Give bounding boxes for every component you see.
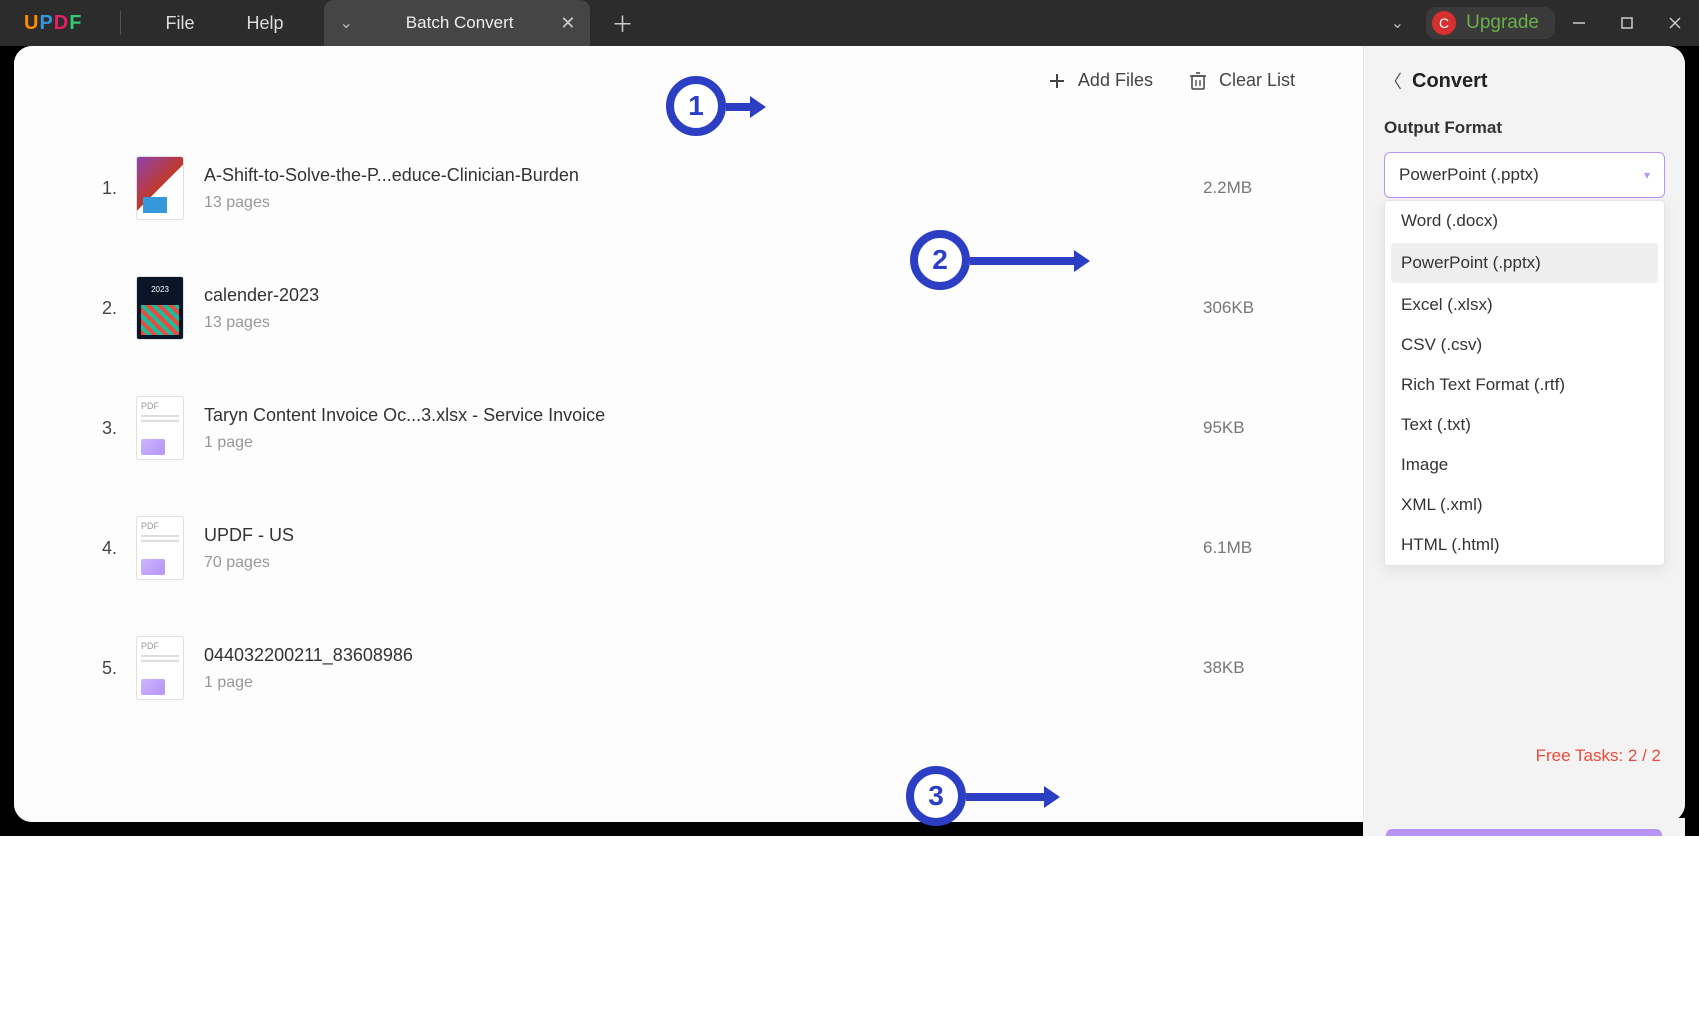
- file-name: calender-2023: [204, 285, 1203, 306]
- file-pages: 13 pages: [204, 194, 1203, 212]
- menu-help[interactable]: Help: [246, 13, 283, 34]
- file-size: 6.1MB: [1203, 538, 1323, 558]
- maximize-button[interactable]: [1603, 0, 1651, 46]
- plus-icon: [1048, 72, 1066, 90]
- new-tab-button[interactable]: ＋: [612, 7, 634, 39]
- output-format-select[interactable]: PowerPoint (.pptx) ▾: [1384, 152, 1665, 198]
- trash-icon: [1189, 71, 1207, 91]
- file-size: 306KB: [1203, 298, 1323, 318]
- menu-file[interactable]: File: [165, 13, 194, 34]
- upgrade-label: Upgrade: [1466, 12, 1539, 34]
- file-index: 3.: [102, 418, 136, 439]
- list-toolbar: Add Files Clear List: [1048, 70, 1295, 91]
- format-option[interactable]: Word (.docx): [1385, 201, 1664, 241]
- back-icon[interactable]: 〈: [1384, 68, 1402, 94]
- file-row[interactable]: 2. calender-2023 13 pages 306KB: [102, 276, 1323, 340]
- user-avatar: C: [1432, 11, 1456, 35]
- window-dropdown-icon[interactable]: ⌄: [1391, 13, 1404, 33]
- upgrade-button[interactable]: C Upgrade: [1426, 7, 1555, 39]
- file-index: 4.: [102, 538, 136, 559]
- output-format-dropdown: Word (.docx)PowerPoint (.pptx)Excel (.xl…: [1384, 200, 1665, 566]
- format-option[interactable]: CSV (.csv): [1385, 325, 1664, 365]
- file-index: 5.: [102, 658, 136, 679]
- convert-panel: 〈 Convert Output Format PowerPoint (.ppt…: [1363, 46, 1685, 822]
- output-format-label: Output Format: [1384, 118, 1665, 138]
- file-row[interactable]: 4. UPDF - US 70 pages 6.1MB: [102, 516, 1323, 580]
- app-logo: UPDF: [24, 12, 82, 35]
- format-option[interactable]: XML (.xml): [1385, 485, 1664, 525]
- file-thumbnail: [136, 636, 184, 700]
- output-format-value: PowerPoint (.pptx): [1399, 165, 1539, 185]
- file-info: A-Shift-to-Solve-the-P...educe-Clinician…: [204, 165, 1203, 212]
- file-index: 2.: [102, 298, 136, 319]
- file-pages: 70 pages: [204, 554, 1203, 572]
- tab-title: Batch Convert: [359, 13, 561, 33]
- annotation-step-1: 1: [666, 76, 726, 136]
- divider: [120, 11, 121, 35]
- file-info: 044032200211_83608986 1 page: [204, 645, 1203, 692]
- format-option[interactable]: HTML (.html): [1385, 525, 1664, 565]
- annotation-arrow-3: [966, 784, 1060, 810]
- tab-batch-convert[interactable]: ⌄ Batch Convert ✕: [324, 0, 590, 46]
- file-info: calender-2023 13 pages: [204, 285, 1203, 332]
- titlebar: UPDF File Help ⌄ Batch Convert ✕ ＋ ⌄ C U…: [0, 0, 1699, 46]
- file-pages: 13 pages: [204, 314, 1203, 332]
- file-info: UPDF - US 70 pages: [204, 525, 1203, 572]
- file-name: Taryn Content Invoice Oc...3.xlsx - Serv…: [204, 405, 1203, 426]
- content-card: Add Files Clear List 1. A-Shift-to-Solve…: [14, 46, 1685, 822]
- panel-title: Convert: [1412, 70, 1488, 93]
- file-thumbnail: [136, 156, 184, 220]
- file-info: Taryn Content Invoice Oc...3.xlsx - Serv…: [204, 405, 1203, 452]
- file-size: 38KB: [1203, 658, 1323, 678]
- minimize-button[interactable]: [1555, 0, 1603, 46]
- file-pages: 1 page: [204, 674, 1203, 692]
- add-files-button[interactable]: Add Files: [1048, 70, 1153, 91]
- annotation-step-3: 3: [906, 766, 966, 826]
- clear-list-button[interactable]: Clear List: [1189, 70, 1295, 91]
- file-index: 1.: [102, 178, 136, 199]
- format-option[interactable]: Rich Text Format (.rtf): [1385, 365, 1664, 405]
- file-size: 2.2MB: [1203, 178, 1323, 198]
- file-row[interactable]: 3. Taryn Content Invoice Oc...3.xlsx - S…: [102, 396, 1323, 460]
- file-thumbnail: [136, 276, 184, 340]
- format-option[interactable]: Excel (.xlsx): [1385, 285, 1664, 325]
- file-name: A-Shift-to-Solve-the-P...educe-Clinician…: [204, 165, 1203, 186]
- file-name: 044032200211_83608986: [204, 645, 1203, 666]
- tab-dropdown-icon[interactable]: ⌄: [340, 13, 353, 33]
- file-size: 95KB: [1203, 418, 1323, 438]
- clear-list-label: Clear List: [1219, 70, 1295, 91]
- file-name: UPDF - US: [204, 525, 1203, 546]
- format-option[interactable]: PowerPoint (.pptx): [1391, 243, 1658, 283]
- file-pages: 1 page: [204, 434, 1203, 452]
- file-row[interactable]: 1. A-Shift-to-Solve-the-P...educe-Clinic…: [102, 156, 1323, 220]
- close-window-button[interactable]: [1651, 0, 1699, 46]
- file-thumbnail: [136, 396, 184, 460]
- add-files-label: Add Files: [1078, 70, 1153, 91]
- free-tasks-label: Free Tasks: 2 / 2: [1536, 746, 1661, 766]
- file-row[interactable]: 5. 044032200211_83608986 1 page 38KB: [102, 636, 1323, 700]
- annotation-arrow-1: [726, 94, 766, 120]
- file-list-pane: Add Files Clear List 1. A-Shift-to-Solve…: [14, 46, 1363, 822]
- format-option[interactable]: Image: [1385, 445, 1664, 485]
- tab-close-icon[interactable]: ✕: [560, 13, 575, 34]
- annotation-arrow-2: [970, 248, 1090, 274]
- annotation-step-2: 2: [910, 230, 970, 290]
- format-option[interactable]: Text (.txt): [1385, 405, 1664, 445]
- file-list: 1. A-Shift-to-Solve-the-P...educe-Clinic…: [102, 156, 1323, 756]
- file-thumbnail: [136, 516, 184, 580]
- caret-down-icon: ▾: [1644, 168, 1650, 182]
